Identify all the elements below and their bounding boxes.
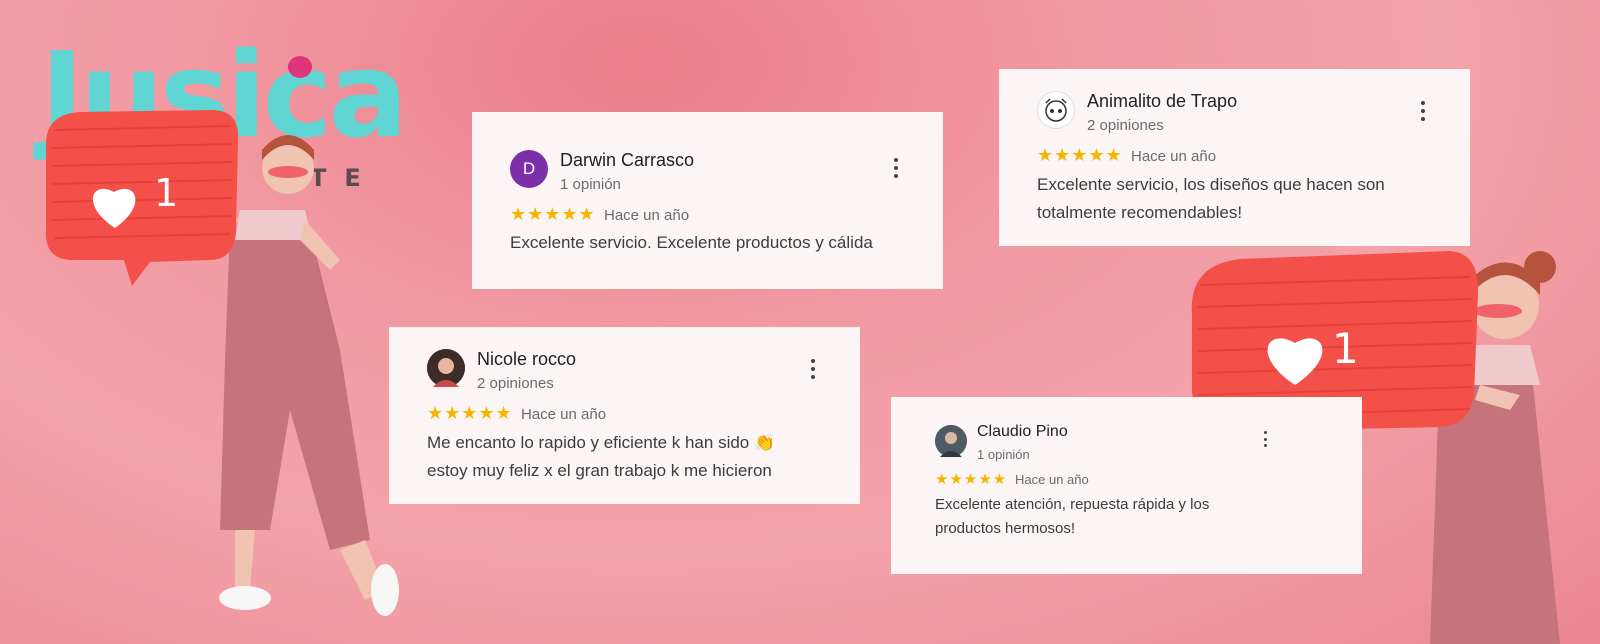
woman-with-pinata-left: 1 <box>40 110 440 644</box>
profile-photo-icon[interactable] <box>935 425 967 457</box>
pinata-like-count: 1 <box>1332 324 1359 373</box>
review-count: 1 opinión <box>560 176 621 193</box>
review-date: Hace un año <box>521 406 607 423</box>
review-count: 1 opinión <box>977 447 1030 462</box>
review-text: Me encanto lo rapido y eficiente k han s… <box>427 433 776 480</box>
review-text: Excelente atención, repuesta rápida y lo… <box>935 496 1210 537</box>
review-author[interactable]: Darwin Carrasco <box>560 150 694 171</box>
review-text: Excelente servicio. Excelente productos … <box>510 233 873 252</box>
more-options-icon[interactable] <box>806 359 820 379</box>
more-options-icon[interactable] <box>1416 101 1430 121</box>
review-author[interactable]: Nicole rocco <box>477 349 576 370</box>
review-card: D Darwin Carrasco 1 opinión ★★★★★ Hace u… <box>472 112 943 289</box>
review-date: Hace un año <box>604 207 690 224</box>
star-rating: ★★★★★ <box>427 403 513 423</box>
hero-banner: Jusica TE 1 1 D Darwin Carrasco 1 opinió… <box>0 0 1600 644</box>
review-author[interactable]: Animalito de Trapo <box>1087 91 1237 112</box>
review-text: Excelente servicio, los diseños que hace… <box>1037 175 1385 222</box>
review-card: Nicole rocco 2 opiniones ★★★★★ Hace un a… <box>389 327 860 504</box>
review-card: Claudio Pino 1 opinión ★★★★★ Hace un año… <box>891 397 1362 574</box>
more-options-icon[interactable] <box>889 158 903 178</box>
profile-photo-icon[interactable] <box>427 349 465 387</box>
review-author[interactable]: Claudio Pino <box>977 423 1068 441</box>
star-rating: ★★★★★ <box>1037 145 1123 165</box>
review-card: Animalito de Trapo 2 opiniones ★★★★★ Hac… <box>999 69 1470 246</box>
review-count: 2 opiniones <box>477 375 554 392</box>
logo-dot <box>288 56 312 78</box>
avatar[interactable]: D <box>510 150 548 188</box>
star-rating: ★★★★★ <box>510 204 596 224</box>
review-date: Hace un año <box>1015 472 1089 487</box>
review-count: 2 opiniones <box>1087 117 1164 134</box>
review-date: Hace un año <box>1131 148 1217 165</box>
more-options-icon[interactable] <box>1258 431 1272 447</box>
star-rating: ★★★★★ <box>935 471 1008 488</box>
pinata-like-count: 1 <box>154 171 178 215</box>
animal-logo-icon[interactable] <box>1037 91 1075 129</box>
